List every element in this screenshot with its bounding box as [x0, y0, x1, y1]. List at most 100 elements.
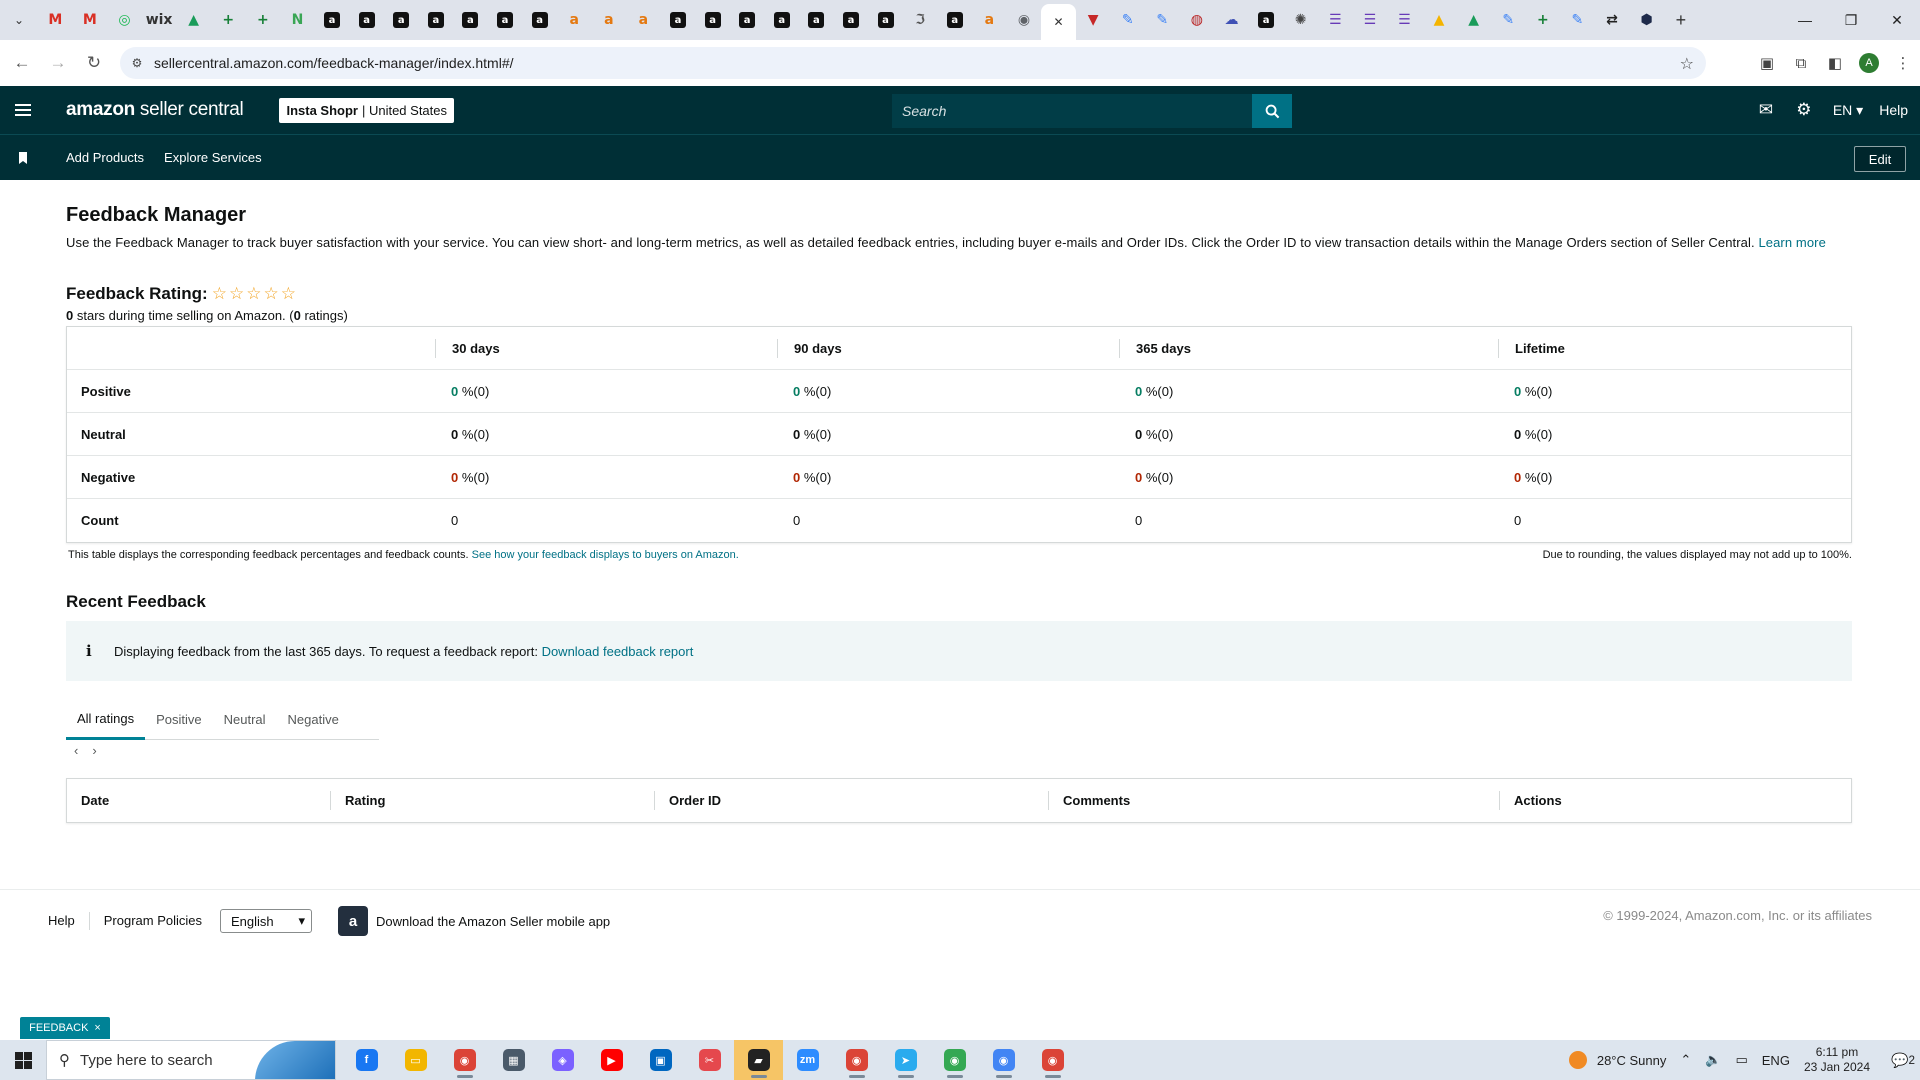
store-app[interactable]: ▣: [636, 1040, 685, 1080]
chrome-app[interactable]: ◉: [1028, 1040, 1077, 1080]
browser-tab[interactable]: a: [453, 0, 488, 40]
browser-menu-icon[interactable]: ⋮: [1886, 46, 1920, 80]
browser-tab[interactable]: ⇄: [1595, 0, 1630, 40]
youtube-app[interactable]: ▶: [587, 1040, 636, 1080]
tab-search-chevron-icon[interactable]: ⌄: [0, 0, 38, 40]
reload-icon[interactable]: ↻: [80, 49, 108, 77]
download-feedback-report-link[interactable]: Download feedback report: [542, 644, 694, 659]
footer-program-policies-link[interactable]: Program Policies: [90, 912, 216, 930]
taskbar-search[interactable]: ⚲ Type here to search: [46, 1040, 336, 1080]
zoom-app[interactable]: zm: [783, 1040, 832, 1080]
browser-tab[interactable]: +: [211, 0, 246, 40]
bookmark-icon[interactable]: [0, 151, 46, 164]
tab-all-ratings[interactable]: All ratings: [66, 699, 146, 740]
browser-tab[interactable]: ▲: [176, 0, 211, 40]
forward-arrow-icon[interactable]: →: [44, 49, 72, 77]
browser-tab[interactable]: ⬢: [1629, 0, 1664, 40]
chrome-app[interactable]: ◉: [832, 1040, 881, 1080]
store-switcher[interactable]: Insta Shopr | United States: [279, 97, 455, 123]
language-selector[interactable]: EN ▾: [1823, 102, 1873, 119]
settings-gear-icon[interactable]: ⚙: [1785, 86, 1823, 134]
next-page-chevron-icon[interactable]: ›: [92, 743, 96, 758]
start-button[interactable]: [0, 1040, 46, 1080]
browser-tab[interactable]: a: [937, 0, 972, 40]
input-language[interactable]: ENG: [1762, 1053, 1790, 1068]
calculator-app[interactable]: ▦: [489, 1040, 538, 1080]
browser-tab[interactable]: ☁: [1214, 0, 1249, 40]
snipping-app[interactable]: ✂: [685, 1040, 734, 1080]
feedback-widget-tab[interactable]: FEEDBACK ×: [20, 1017, 110, 1039]
learn-more-link[interactable]: Learn more: [1758, 235, 1825, 250]
close-window-button[interactable]: ✕: [1874, 0, 1920, 40]
browser-tab[interactable]: a: [834, 0, 869, 40]
browser-tab[interactable]: a: [661, 0, 696, 40]
prev-page-chevron-icon[interactable]: ‹: [74, 743, 78, 758]
network-icon[interactable]: ▭: [1735, 1052, 1747, 1068]
browser-tab[interactable]: a: [315, 0, 350, 40]
download-app-link[interactable]: a Download the Amazon Seller mobile app: [338, 906, 610, 936]
file-explorer-app[interactable]: ▭: [391, 1040, 440, 1080]
buyer-display-link[interactable]: See how your feedback displays to buyers…: [472, 549, 739, 561]
chrome-app[interactable]: ◉: [979, 1040, 1028, 1080]
browser-tab[interactable]: a: [764, 0, 799, 40]
browser-tab[interactable]: a: [419, 0, 454, 40]
browser-tab[interactable]: a: [349, 0, 384, 40]
hamburger-menu-icon[interactable]: [0, 86, 46, 134]
help-link[interactable]: Help: [1873, 102, 1920, 118]
tray-chevron-icon[interactable]: ⌃: [1680, 1052, 1691, 1068]
tab-negative[interactable]: Negative: [277, 699, 350, 740]
feedback-close-icon[interactable]: ×: [94, 1022, 100, 1034]
browser-tab[interactable]: a: [488, 0, 523, 40]
facebook-app[interactable]: f: [342, 1040, 391, 1080]
sticky-notes-app[interactable]: ▰: [734, 1040, 783, 1080]
browser-tab[interactable]: ✎: [1145, 0, 1180, 40]
mail-icon[interactable]: ✉: [1747, 86, 1785, 134]
browser-tab[interactable]: ℑ: [903, 0, 938, 40]
bookmark-star-icon[interactable]: ☆: [1680, 54, 1694, 74]
browser-tab[interactable]: ✎: [1560, 0, 1595, 40]
browser-tab[interactable]: ☰: [1318, 0, 1353, 40]
browser-tab[interactable]: a: [592, 0, 627, 40]
browser-tab[interactable]: a: [557, 0, 592, 40]
browser-tab[interactable]: ✎: [1491, 0, 1526, 40]
minimize-button[interactable]: —: [1782, 0, 1828, 40]
browser-tab[interactable]: ☰: [1387, 0, 1422, 40]
browser-tab[interactable]: a: [972, 0, 1007, 40]
browser-tab[interactable]: a: [695, 0, 730, 40]
browser-tab[interactable]: ☰: [1353, 0, 1388, 40]
extension-off-icon[interactable]: ▣: [1750, 46, 1784, 80]
side-panel-icon[interactable]: ◧: [1818, 46, 1852, 80]
browser-tab[interactable]: ◉: [1007, 0, 1042, 40]
copilot-app[interactable]: ◈: [538, 1040, 587, 1080]
browser-tab[interactable]: ▼: [1076, 0, 1111, 40]
subnav-add-products[interactable]: Add Products: [66, 150, 144, 165]
footer-help-link[interactable]: Help: [48, 912, 90, 930]
telegram-app[interactable]: ➤: [881, 1040, 930, 1080]
clock[interactable]: 6:11 pm 23 Jan 2024: [1804, 1045, 1870, 1075]
footer-language-select[interactable]: English ▾: [220, 909, 313, 933]
browser-tab[interactable]: ▲: [1456, 0, 1491, 40]
browser-tab[interactable]: +: [1526, 0, 1561, 40]
browser-tab[interactable]: ✎: [1110, 0, 1145, 40]
search-button[interactable]: [1252, 94, 1292, 128]
browser-tab[interactable]: a: [868, 0, 903, 40]
browser-tab[interactable]: ▲: [1422, 0, 1457, 40]
browser-tab[interactable]: a: [730, 0, 765, 40]
browser-tab[interactable]: M: [73, 0, 108, 40]
column-date[interactable]: Date: [67, 791, 330, 810]
browser-tab[interactable]: a: [1249, 0, 1284, 40]
tab-neutral[interactable]: Neutral: [213, 699, 277, 740]
column-order-id[interactable]: Order ID: [654, 791, 1048, 810]
address-bar[interactable]: ⚙ sellercentral.amazon.com/feedback-mana…: [120, 47, 1706, 79]
restore-button[interactable]: ❐: [1828, 0, 1874, 40]
new-tab-button[interactable]: +: [1664, 0, 1698, 40]
weather-text[interactable]: 28°C Sunny: [1597, 1053, 1667, 1068]
column-comments[interactable]: Comments: [1048, 791, 1499, 810]
edit-nav-button[interactable]: Edit: [1854, 146, 1906, 172]
column-rating[interactable]: Rating: [330, 791, 654, 810]
seller-central-logo[interactable]: amazon seller central: [66, 99, 244, 121]
browser-tab[interactable]: a: [799, 0, 834, 40]
chrome-app[interactable]: ◉: [930, 1040, 979, 1080]
back-arrow-icon[interactable]: ←: [8, 49, 36, 77]
browser-tab[interactable]: ◍: [1180, 0, 1215, 40]
